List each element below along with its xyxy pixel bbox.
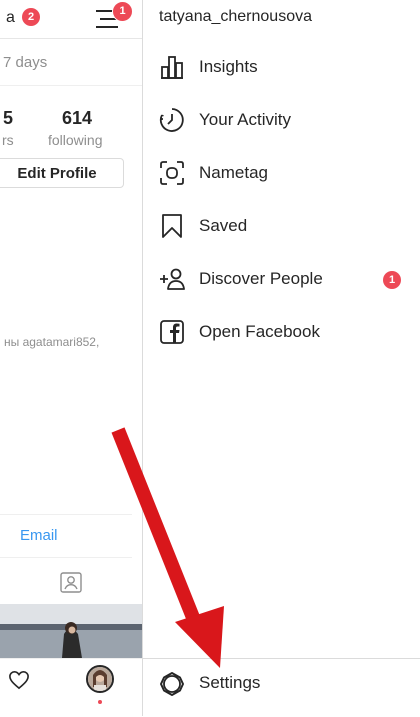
tagged-photos-icon[interactable]: [59, 570, 83, 594]
bookmark-icon: [162, 214, 182, 238]
menu-item-saved[interactable]: Saved: [143, 201, 420, 254]
followers-label: rs: [2, 132, 14, 148]
profile-bio: ны agatamari852,: [4, 335, 100, 349]
followers-count[interactable]: 5: [3, 108, 13, 129]
drawer-username: tatyana_chernousova: [159, 8, 312, 25]
profile-username[interactable]: a: [6, 9, 15, 27]
profile-avatar[interactable]: [86, 665, 114, 693]
profile-header: a 2 1: [0, 0, 142, 39]
nametag-icon: [160, 161, 184, 185]
photo-thumbnail[interactable]: [0, 604, 142, 658]
menu-item-label: Your Activity: [199, 110, 291, 129]
side-drawer: tatyana_chernousova Insights Your Activi…: [143, 0, 420, 716]
menu-item-label: Discover People: [199, 269, 323, 288]
menu-item-open-facebook[interactable]: Open Facebook: [143, 307, 420, 360]
following-count[interactable]: 614: [62, 108, 92, 129]
following-label: following: [48, 132, 103, 148]
heart-icon[interactable]: [8, 670, 30, 690]
divider: [0, 557, 132, 558]
insights-icon: [161, 56, 183, 79]
menu-item-your-activity[interactable]: Your Activity: [143, 95, 420, 148]
settings-button[interactable]: Settings: [143, 658, 420, 717]
facebook-icon: [160, 320, 184, 344]
discover-people-badge: 1: [383, 271, 401, 289]
menu-item-discover-people[interactable]: Discover People 1: [143, 254, 420, 307]
menu-item-insights[interactable]: Insights: [143, 42, 420, 95]
email-link[interactable]: Email: [20, 527, 58, 544]
menu-item-label: Open Facebook: [199, 322, 320, 341]
menu-item-label: Insights: [199, 57, 258, 76]
account-switch-badge: 2: [22, 8, 40, 26]
menu-item-nametag[interactable]: Nametag: [143, 148, 420, 201]
menu-notification-badge: 1: [112, 1, 133, 22]
add-person-icon: [160, 268, 185, 290]
settings-label: Settings: [199, 673, 261, 692]
story-days-text: 7 days: [3, 54, 48, 71]
gear-icon: [160, 672, 184, 696]
profile-panel: a 2 1 7 days 5 rs 614 following Edit Pro…: [0, 0, 142, 716]
divider: [0, 514, 132, 515]
activity-icon: [159, 108, 184, 132]
edit-profile-button[interactable]: Edit Profile: [0, 158, 124, 188]
notification-dot: [98, 700, 102, 704]
menu-item-label: Saved: [199, 216, 248, 235]
menu-item-label: Nametag: [199, 163, 268, 182]
divider: [0, 85, 142, 86]
